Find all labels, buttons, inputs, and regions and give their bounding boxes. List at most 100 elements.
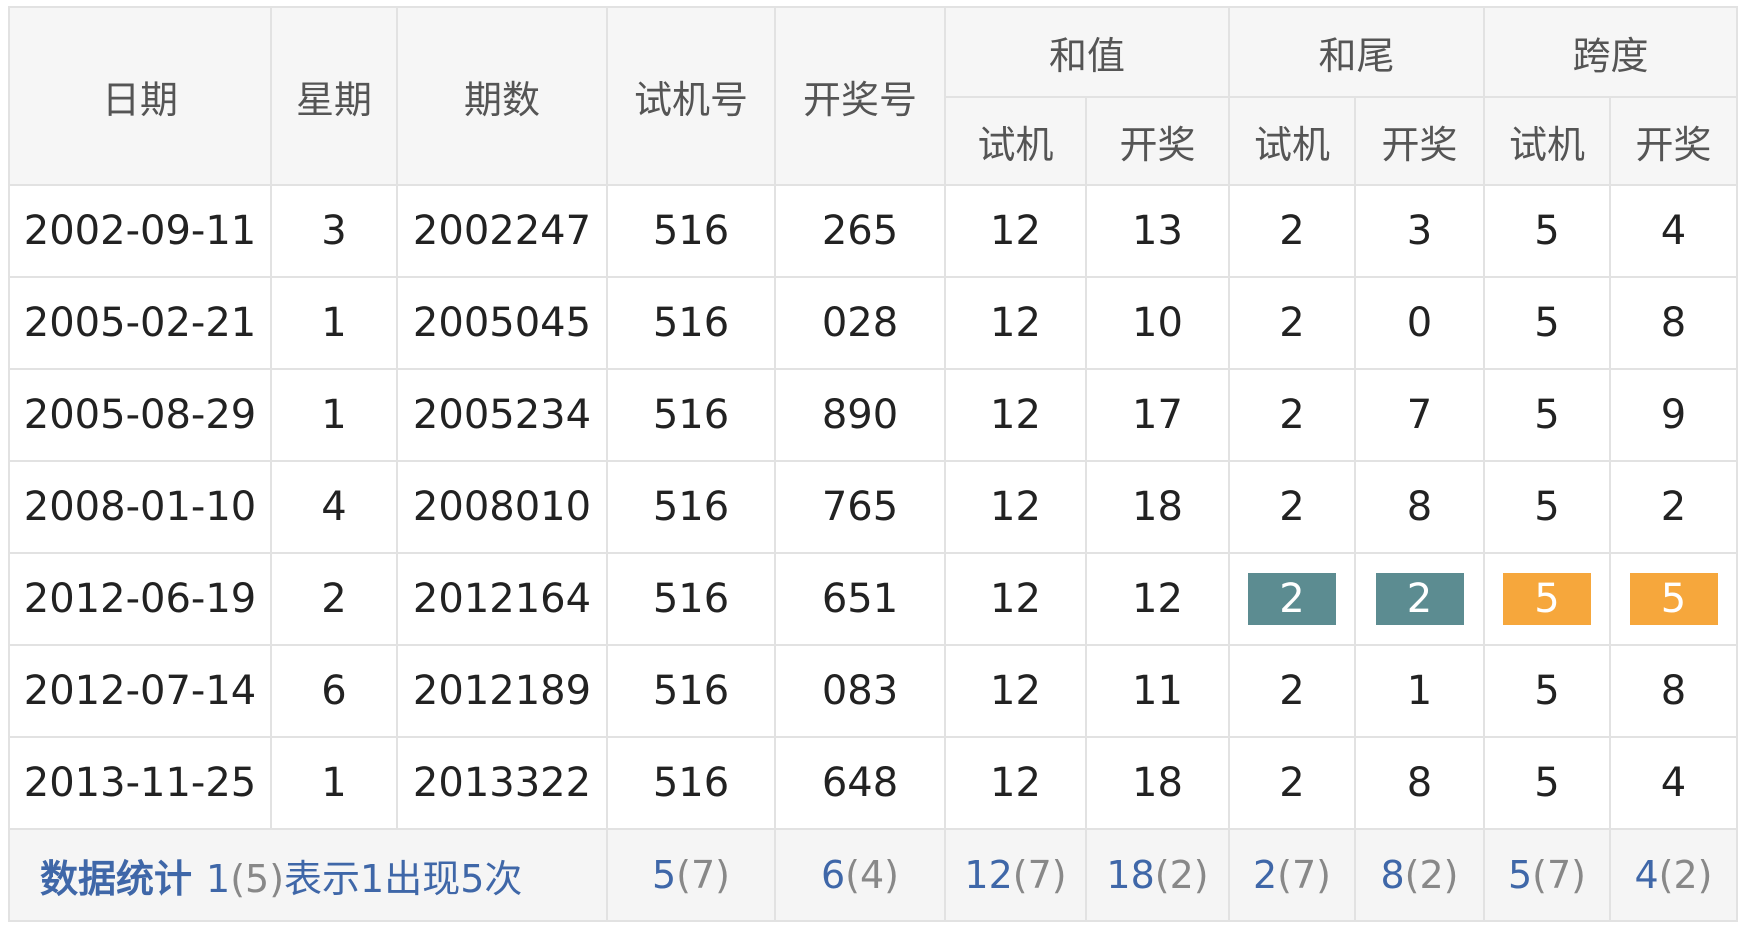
cell-draw: 265 — [774, 184, 946, 278]
tail-match-badge: 2 — [1375, 573, 1464, 625]
cell-date: 2012-07-14 — [8, 644, 272, 738]
cell-tail-draw: 2 — [1354, 552, 1485, 646]
cell-weekday: 3 — [270, 184, 398, 278]
cell-weekday: 2 — [270, 552, 398, 646]
cell-test: 516 — [606, 552, 776, 646]
table-row: 2008-01-10 4 2008010 516 765 12 18 2 8 5… — [8, 460, 1738, 554]
cell-tail-test: 2 — [1228, 552, 1356, 646]
table-row-highlighted: 2012-06-19 2 2012164 516 651 12 12 2 2 5… — [8, 552, 1738, 646]
stats-tail-draw: 8(2) — [1354, 828, 1485, 922]
tail-match-badge: 2 — [1248, 573, 1336, 625]
cell-period: 2013322 — [396, 736, 608, 830]
stats-tail-test: 2(7) — [1228, 828, 1356, 922]
cell-period: 2002247 — [396, 184, 608, 278]
cell-span-draw: 8 — [1609, 276, 1738, 370]
cell-span-draw: 4 — [1609, 184, 1738, 278]
cell-period: 2008010 — [396, 460, 608, 554]
subheader-tail-test: 试机 — [1228, 96, 1356, 186]
cell-sum-test: 12 — [944, 460, 1087, 554]
stats-count: (7) — [1532, 853, 1586, 897]
stats-count: (2) — [1658, 853, 1713, 897]
stats-draw: 6(4) — [774, 828, 946, 922]
stats-span-test: 5(7) — [1483, 828, 1611, 922]
cell-span-test: 5 — [1483, 460, 1611, 554]
cell-sum-test: 12 — [944, 644, 1087, 738]
subheader-tail-draw: 开奖 — [1354, 96, 1485, 186]
cell-span-test: 5 — [1483, 184, 1611, 278]
stats-count: (2) — [1154, 853, 1209, 897]
cell-sum-draw: 13 — [1085, 184, 1230, 278]
stats-value: 4 — [1634, 853, 1659, 897]
cell-sum-draw: 18 — [1085, 736, 1230, 830]
cell-weekday: 6 — [270, 644, 398, 738]
cell-draw: 648 — [774, 736, 946, 830]
span-match-badge: 5 — [1503, 573, 1591, 625]
cell-tail-test: 2 — [1228, 460, 1356, 554]
table-row: 2005-02-21 1 2005045 516 028 12 10 2 0 5… — [8, 276, 1738, 370]
stats-value: 12 — [964, 853, 1013, 897]
cell-span-test: 5 — [1483, 644, 1611, 738]
stats-value: 5 — [651, 853, 677, 897]
header-sum-tail: 和尾 — [1228, 6, 1485, 98]
stats-count: (7) — [1012, 853, 1067, 897]
cell-span-draw: 8 — [1609, 644, 1738, 738]
cell-span-draw: 5 — [1609, 552, 1738, 646]
cell-sum-test: 12 — [944, 552, 1087, 646]
cell-sum-draw: 11 — [1085, 644, 1230, 738]
subheader-sum-draw: 开奖 — [1085, 96, 1230, 186]
cell-date: 2008-01-10 — [8, 460, 272, 554]
cell-sum-test: 12 — [944, 276, 1087, 370]
header-weekday: 星期 — [270, 6, 398, 186]
stats-value: 6 — [820, 853, 846, 897]
cell-span-test: 5 — [1483, 276, 1611, 370]
span-match-badge: 5 — [1629, 573, 1718, 625]
cell-sum-draw: 17 — [1085, 368, 1230, 462]
stats-span-draw: 4(2) — [1609, 828, 1738, 922]
cell-span-test: 5 — [1483, 368, 1611, 462]
cell-test: 516 — [606, 736, 776, 830]
table-row: 2002-09-11 3 2002247 516 265 12 13 2 3 5… — [8, 184, 1738, 278]
header-period: 期数 — [396, 6, 608, 186]
cell-span-draw: 9 — [1609, 368, 1738, 462]
cell-tail-test: 2 — [1228, 736, 1356, 830]
cell-sum-draw: 12 — [1085, 552, 1230, 646]
header-sum: 和值 — [944, 6, 1230, 98]
subheader-span-test: 试机 — [1483, 96, 1611, 186]
table-row: 2013-11-25 1 2013322 516 648 12 18 2 8 5… — [8, 736, 1738, 830]
header-date: 日期 — [8, 6, 272, 186]
table-row: 2012-07-14 6 2012189 516 083 12 11 2 1 5… — [8, 644, 1738, 738]
stats-value: 8 — [1380, 853, 1405, 897]
cell-period: 2005045 — [396, 276, 608, 370]
cell-weekday: 1 — [270, 736, 398, 830]
cell-date: 2013-11-25 — [8, 736, 272, 830]
stats-value: 5 — [1507, 853, 1533, 897]
cell-tail-draw: 3 — [1354, 184, 1485, 278]
cell-date: 2002-09-11 — [8, 184, 272, 278]
cell-draw: 028 — [774, 276, 946, 370]
cell-period: 2012164 — [396, 552, 608, 646]
stats-row: 数据统计 1(5)表示1出现5次 5(7) 6(4) 12(7) 18(2) 2(… — [8, 828, 1738, 922]
cell-span-draw: 4 — [1609, 736, 1738, 830]
cell-draw: 890 — [774, 368, 946, 462]
cell-test: 516 — [606, 460, 776, 554]
header-test-number: 试机号 — [606, 6, 776, 186]
cell-tail-test: 2 — [1228, 184, 1356, 278]
stats-test: 5(7) — [606, 828, 776, 922]
cell-tail-draw: 8 — [1354, 736, 1485, 830]
cell-sum-draw: 18 — [1085, 460, 1230, 554]
cell-test: 516 — [606, 184, 776, 278]
cell-weekday: 1 — [270, 276, 398, 370]
stats-sum-test: 12(7) — [944, 828, 1087, 922]
cell-test: 516 — [606, 368, 776, 462]
cell-span-test: 5 — [1483, 552, 1611, 646]
stats-sum-draw: 18(2) — [1085, 828, 1230, 922]
header-draw-number: 开奖号 — [774, 6, 946, 186]
cell-date: 2005-08-29 — [8, 368, 272, 462]
cell-span-draw: 2 — [1609, 460, 1738, 554]
cell-date: 2005-02-21 — [8, 276, 272, 370]
stats-value: 2 — [1252, 853, 1278, 897]
cell-sum-test: 12 — [944, 736, 1087, 830]
cell-tail-draw: 7 — [1354, 368, 1485, 462]
cell-draw: 651 — [774, 552, 946, 646]
cell-test: 516 — [606, 276, 776, 370]
